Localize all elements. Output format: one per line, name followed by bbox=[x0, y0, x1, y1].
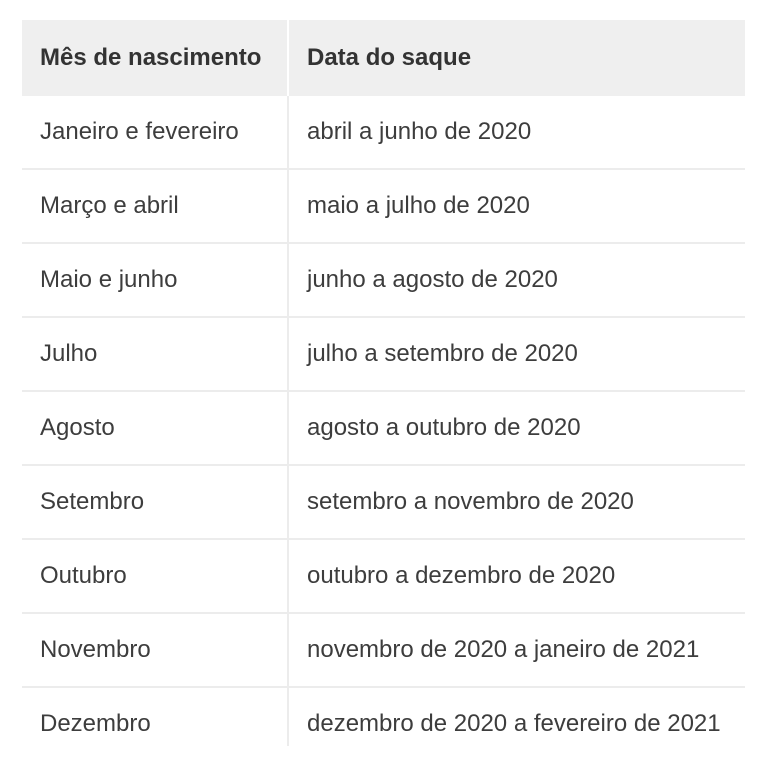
table-row: Dezembro dezembro de 2020 a fevereiro de… bbox=[22, 687, 745, 746]
withdrawal-date-cell: setembro a novembro de 2020 bbox=[287, 465, 745, 540]
birth-month-cell: Julho bbox=[22, 317, 288, 392]
table-row: Agosto agosto a outubro de 2020 bbox=[22, 391, 745, 466]
withdrawal-date-cell: junho a agosto de 2020 bbox=[287, 243, 745, 318]
withdrawal-date-cell: outubro a dezembro de 2020 bbox=[287, 539, 745, 614]
birth-month-cell: Dezembro bbox=[40, 710, 151, 737]
withdrawal-date-cell: dezembro de 2020 a fevereiro de 2021 bbox=[287, 687, 745, 746]
table-row: Outubro outubro a dezembro de 2020 bbox=[22, 539, 745, 614]
withdrawal-date-cell: novembro de 2020 a janeiro de 2021 bbox=[287, 613, 745, 688]
birth-month-cell: Janeiro e fevereiro bbox=[22, 96, 288, 170]
birth-month-cell: Setembro bbox=[22, 465, 288, 540]
withdrawal-date-cell: maio a julho de 2020 bbox=[287, 169, 745, 244]
birth-month-cell: Maio e junho bbox=[22, 243, 288, 318]
withdrawal-date-cell: agosto a outubro de 2020 bbox=[287, 391, 745, 466]
birth-month-cell: Outubro bbox=[22, 539, 288, 614]
table-row: Setembro setembro a novembro de 2020 bbox=[22, 465, 745, 540]
column-header-withdrawal-date: Data do saque bbox=[287, 20, 745, 96]
table-row: Novembro novembro de 2020 a janeiro de 2… bbox=[22, 613, 745, 688]
birth-month-cell: Novembro bbox=[22, 613, 288, 688]
table-body: Janeiro e fevereiro abril a junho de 202… bbox=[22, 96, 745, 746]
birth-month-cell: Agosto bbox=[22, 391, 288, 466]
table-row: Julho julho a setembro de 2020 bbox=[22, 317, 745, 392]
column-header-birth-month: Mês de nascimento bbox=[22, 20, 288, 96]
table-row: Maio e junho junho a agosto de 2020 bbox=[22, 243, 745, 318]
withdrawal-date-cell: abril a junho de 2020 bbox=[287, 96, 745, 170]
withdrawal-date-cell: julho a setembro de 2020 bbox=[287, 317, 745, 392]
table-row: Março e abril maio a julho de 2020 bbox=[22, 169, 745, 244]
birth-month-cell: Março e abril bbox=[22, 169, 288, 244]
withdrawal-schedule-table-container: Mês de nascimento Data do saque Janeiro … bbox=[22, 20, 745, 746]
table-row: Janeiro e fevereiro abril a junho de 202… bbox=[22, 96, 745, 170]
withdrawal-schedule-table: Mês de nascimento Data do saque Janeiro … bbox=[22, 20, 745, 746]
table-header: Mês de nascimento Data do saque bbox=[22, 20, 745, 96]
table-header-row: Mês de nascimento Data do saque bbox=[22, 20, 745, 96]
